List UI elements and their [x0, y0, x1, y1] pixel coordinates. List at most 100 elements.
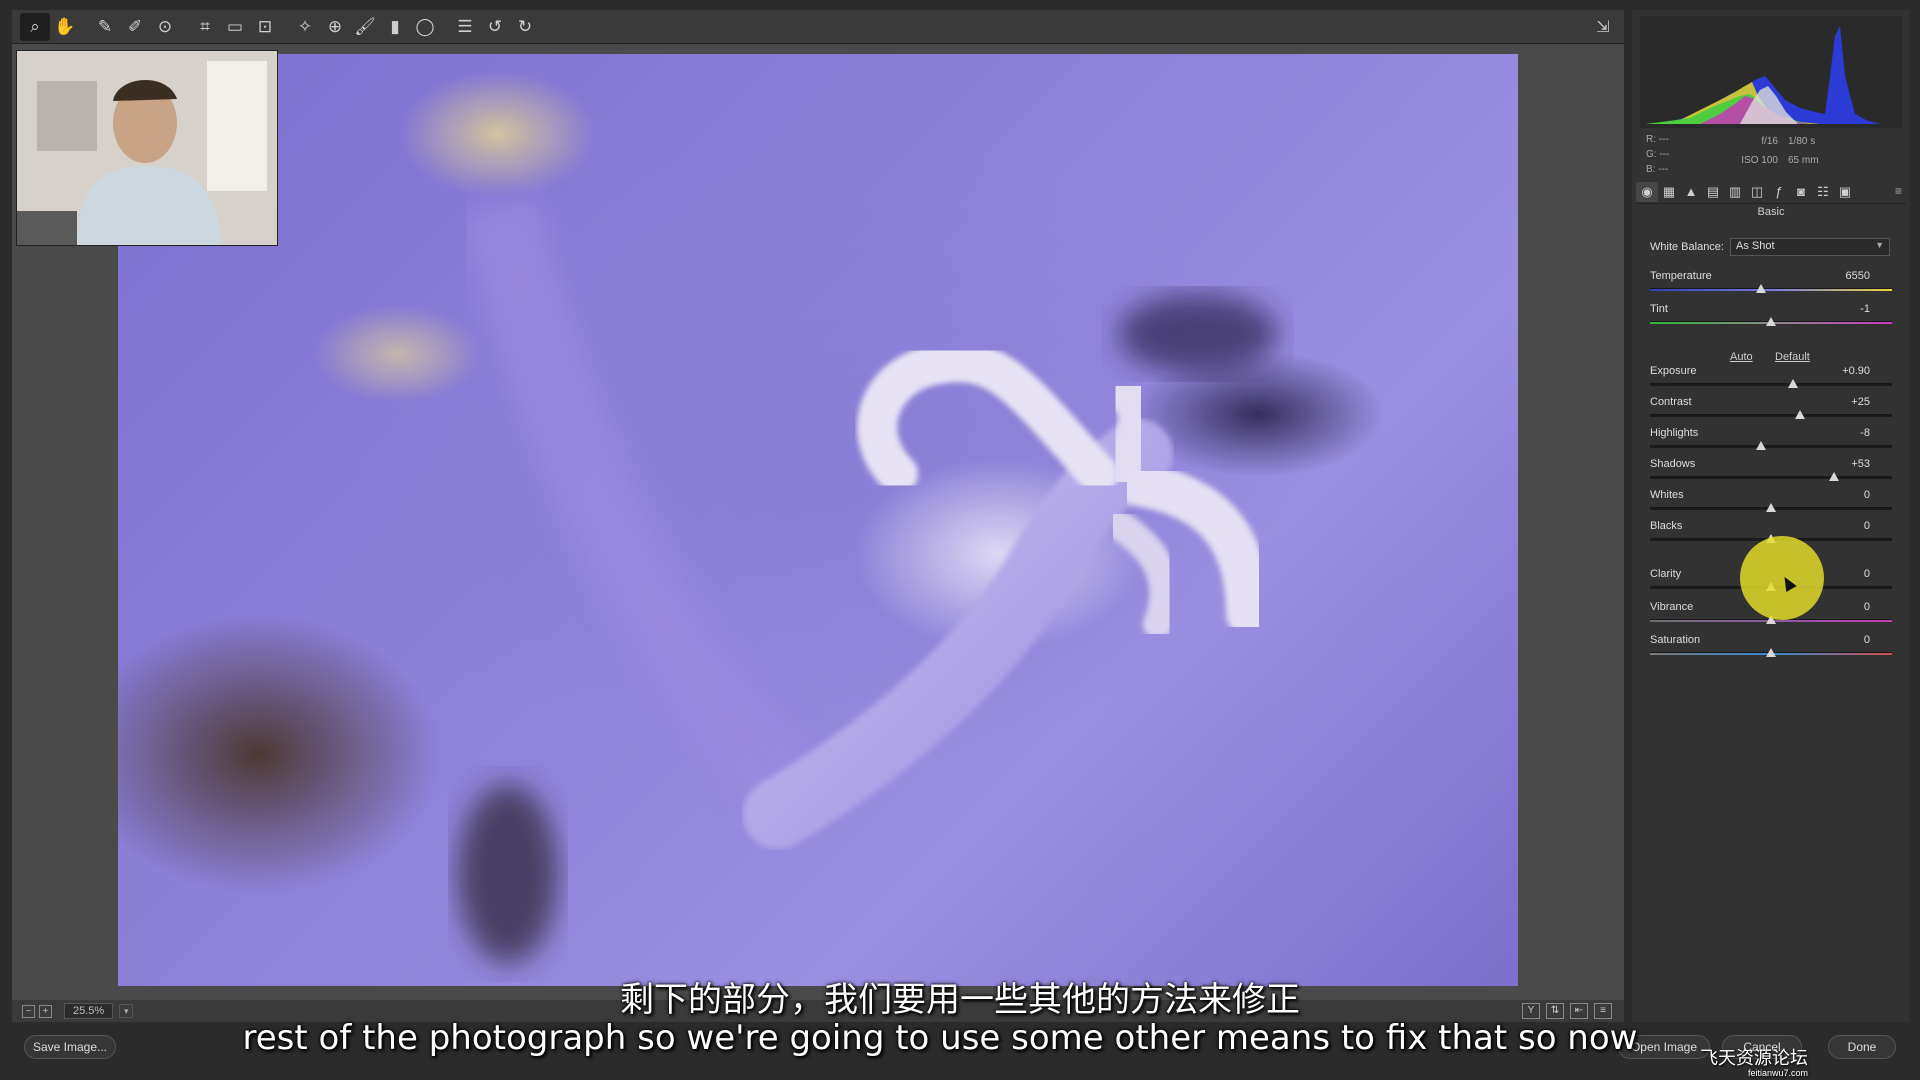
slider-value[interactable]: -8 [1830, 427, 1870, 439]
white-balance-row: White Balance: As Shot ▼ [1650, 238, 1890, 256]
hsl-icon[interactable]: ▤ [1702, 182, 1724, 202]
slider-label: Clarity [1650, 568, 1682, 580]
presets-icon[interactable]: ☷ [1812, 182, 1834, 202]
graduated-filter-icon[interactable]: ▮ [380, 13, 410, 41]
fx-icon[interactable]: ƒ [1768, 182, 1790, 202]
g-value: G: --- [1646, 149, 1670, 160]
white-balance-select[interactable]: As Shot ▼ [1729, 238, 1890, 256]
color-sampler-icon[interactable]: ✐ [120, 13, 150, 41]
split-toning-icon[interactable]: ▥ [1724, 182, 1746, 202]
slider-thumb[interactable] [1766, 503, 1776, 512]
webcam-overlay [16, 50, 278, 246]
slider-value[interactable]: 0 [1830, 520, 1870, 532]
preferences-icon[interactable]: ☰ [450, 13, 480, 41]
red-eye-icon[interactable]: ⊕ [320, 13, 350, 41]
focal-length: 65 mm [1788, 155, 1819, 166]
panel-title: Basic [1757, 206, 1785, 218]
slider-label: Tint [1650, 303, 1668, 315]
white-balance-label: White Balance: [1650, 241, 1724, 253]
slider-contrast[interactable]: Contrast +25 [1650, 396, 1894, 424]
b-value: B: --- [1646, 164, 1669, 175]
rotate-right-icon[interactable]: ↻ [510, 13, 540, 41]
slider-track[interactable] [1650, 288, 1892, 291]
slider-shadows[interactable]: Shadows +53 [1650, 458, 1894, 486]
slider-thumb[interactable] [1766, 317, 1776, 326]
watermark-text: 飞天资源论坛 [1700, 1048, 1808, 1068]
radial-filter-icon[interactable]: ◯ [410, 13, 440, 41]
slider-label: Blacks [1650, 520, 1683, 532]
slider-thumb[interactable] [1828, 472, 1839, 481]
subtitle-chinese: 剩下的部分，我们要用一些其他的方法来修正 [620, 980, 1300, 1020]
slider-thumb[interactable] [1756, 284, 1767, 293]
histogram [1640, 16, 1902, 128]
white-balance-value: As Shot [1735, 240, 1775, 252]
slider-label: Shadows [1650, 458, 1696, 470]
iso: ISO 100 [1741, 155, 1778, 166]
slider-track[interactable] [1650, 414, 1892, 417]
toolbar: ⌕ ✋ ✎ ✐ ⊙ ⌗ ▭ ⊡ ✧ ⊕ 🖌 ▮ ◯ ☰ ↺ ↻ ⇲ [12, 10, 1624, 44]
slider-thumb[interactable] [1787, 379, 1798, 388]
watermark: 飞天资源论坛 feitianwu7.com [1700, 1044, 1808, 1078]
slider-exposure[interactable]: Exposure +0.90 [1650, 365, 1894, 393]
camera-calibration-icon[interactable]: ◙ [1790, 182, 1812, 202]
detail-icon[interactable]: ▲ [1680, 182, 1702, 202]
slider-label: Exposure [1650, 365, 1697, 377]
slider-track[interactable] [1650, 383, 1892, 386]
basic-tab-icon[interactable]: ◉ [1636, 181, 1658, 202]
slider-value[interactable]: 0 [1830, 489, 1870, 501]
snapshots-icon[interactable]: ▣ [1834, 182, 1856, 202]
slider-label: Temperature [1650, 270, 1712, 282]
slider-track[interactable] [1650, 476, 1892, 479]
slider-whites[interactable]: Whites 0 [1650, 489, 1894, 517]
slider-thumb[interactable] [1795, 410, 1806, 419]
watermark-url: feitianwu7.com [1747, 1068, 1808, 1078]
slider-tint[interactable]: Tint -1 [1650, 303, 1894, 331]
auto-link[interactable]: Auto [1730, 351, 1753, 363]
slider-label: Whites [1650, 489, 1684, 501]
photo-preview[interactable] [118, 54, 1518, 986]
default-link[interactable]: Default [1775, 351, 1810, 363]
spot-removal-icon[interactable]: ✧ [290, 13, 320, 41]
right-panel: R: --- G: --- B: --- f/16 1/80 s ISO 100 6… [1632, 10, 1910, 1022]
photo-art [458, 194, 1278, 964]
crop-icon[interactable]: ⌗ [190, 13, 220, 41]
slider-value[interactable]: +0.90 [1830, 365, 1870, 377]
exif-info: f/16 1/80 s ISO 100 65 mm [1728, 132, 1819, 170]
slider-label: Contrast [1650, 396, 1692, 408]
straighten-icon[interactable]: ▭ [220, 13, 250, 41]
slider-highlights[interactable]: Highlights -8 [1650, 427, 1894, 455]
lens-icon[interactable]: ◫ [1746, 182, 1768, 202]
fullscreen-icon[interactable]: ⇲ [1590, 15, 1616, 39]
tone-curve-icon[interactable]: ▦ [1658, 182, 1680, 202]
slider-label: Saturation [1650, 634, 1701, 646]
slider-value[interactable]: 0 [1830, 634, 1870, 646]
aperture: f/16 [1761, 136, 1778, 147]
slider-label: Highlights [1650, 427, 1699, 439]
slider-temperature[interactable]: Temperature 6550 [1650, 270, 1894, 298]
shutter-speed: 1/80 s [1788, 136, 1816, 147]
adjustment-brush-icon[interactable]: 🖌 [350, 13, 380, 41]
slider-saturation[interactable]: Saturation 0 [1650, 634, 1894, 662]
transform-icon[interactable]: ⊡ [250, 13, 280, 41]
targeted-adjust-icon[interactable]: ⊙ [150, 13, 180, 41]
hand-icon[interactable]: ✋ [50, 13, 80, 41]
histogram-graph [1646, 26, 1880, 124]
slider-value[interactable]: 6550 [1830, 270, 1870, 282]
presenter-video [17, 51, 277, 245]
rgb-readout: R: --- G: --- B: --- [1646, 132, 1669, 177]
slider-thumb[interactable] [1756, 441, 1767, 450]
slider-value[interactable]: 0 [1830, 568, 1870, 580]
slider-value[interactable]: +25 [1830, 396, 1870, 408]
subtitle-english: rest of the photograph so we're going to… [242, 1018, 1638, 1058]
white-balance-icon[interactable]: ✎ [90, 13, 120, 41]
slider-track[interactable] [1650, 445, 1892, 448]
panel-menu-icon[interactable]: ≡ [1895, 184, 1902, 198]
slider-value[interactable]: +53 [1830, 458, 1870, 470]
slider-thumb[interactable] [1766, 648, 1776, 657]
rotate-left-icon[interactable]: ↺ [480, 13, 510, 41]
zoom-icon[interactable]: ⌕ [20, 12, 50, 41]
r-value: R: --- [1646, 134, 1669, 145]
slider-value[interactable]: -1 [1830, 303, 1870, 315]
panel-tabs: ◉ ▦ ▲ ▤ ▥ ◫ ƒ ◙ ☷ ▣ ≡ [1636, 180, 1906, 204]
slider-value[interactable]: 0 [1830, 601, 1870, 613]
